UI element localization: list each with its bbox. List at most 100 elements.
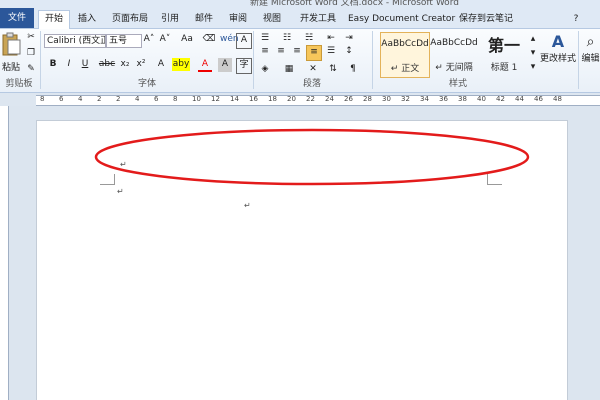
ruler-tick-label: 26: [344, 95, 353, 103]
ruler-tick-label: 4: [135, 95, 140, 103]
tab-save-to-cloud-notes[interactable]: 保存到云笔记: [458, 11, 514, 27]
cut-icon[interactable]: ✂: [24, 31, 38, 45]
superscript-button[interactable]: x²: [134, 58, 148, 72]
bold-button[interactable]: B: [46, 58, 60, 72]
ribbon-tabs: 文件 开始 插入 页面布局 引用 邮件 审阅 视图 开发工具 Easy Docu…: [0, 8, 600, 30]
line-spacing-icon[interactable]: ↕: [342, 45, 356, 59]
ruler-tick-label: 36: [439, 95, 448, 103]
grow-font-button[interactable]: A˄: [142, 33, 156, 47]
borders-icon[interactable]: ▦: [282, 63, 296, 77]
document-page[interactable]: ↵ ↵ ↵: [37, 121, 567, 400]
bullets-icon[interactable]: ☰: [258, 32, 272, 46]
tab-view[interactable]: 视图: [260, 11, 284, 27]
ruler-tick-label: 38: [458, 95, 467, 103]
shrink-font-button[interactable]: A˅: [158, 33, 172, 47]
font-color-button[interactable]: A: [198, 58, 212, 72]
ruler-tick-label: 44: [515, 95, 524, 103]
ribbon-home: 粘贴 ✂ ❐ ✎ 剪贴板 Calibri (西文正文) 五号 A˄ A˅ Aa …: [0, 29, 600, 93]
ruler-tick-label: 14: [230, 95, 239, 103]
align-right-icon[interactable]: ≡: [290, 45, 304, 59]
char-shading-icon[interactable]: A: [218, 58, 232, 72]
clipboard-icon: [2, 32, 21, 56]
ruler-scale[interactable]: 8 6 4 2 2 4 6 8 10 12 14 16 18 20 22 24 26 28 30 32 34 36 38 40…: [36, 95, 600, 106]
ruler-tick-label: 18: [268, 95, 277, 103]
tab-home[interactable]: 开始: [38, 10, 70, 30]
italic-button[interactable]: I: [62, 58, 76, 72]
styles-scroll-down-icon[interactable]: ▾: [528, 47, 538, 60]
group-separator: [40, 31, 41, 89]
enclose-char-icon[interactable]: 字: [236, 58, 252, 74]
font-name-dropdown[interactable]: Calibri (西文正文): [44, 34, 106, 48]
style-name: ↵ 无间隔: [435, 63, 473, 73]
format-painter-icon[interactable]: ✎: [24, 63, 38, 77]
help-icon[interactable]: ?: [570, 11, 582, 27]
ruler-tick-label: 10: [192, 95, 201, 103]
subscript-button[interactable]: x₂: [118, 58, 132, 72]
multilevel-list-icon[interactable]: ☵: [302, 32, 316, 46]
tab-file[interactable]: 文件: [0, 8, 34, 28]
font-size-dropdown[interactable]: 五号: [106, 34, 142, 48]
horizontal-ruler: 8 6 4 2 2 4 6 8 10 12 14 16 18 20 22 24 26 28 30 32 34 36 38 40…: [0, 93, 600, 106]
change-case-button[interactable]: Aa: [178, 33, 196, 46]
group-separator: [372, 31, 373, 89]
chinese-layout-icon[interactable]: ✕: [306, 63, 320, 77]
align-center-icon[interactable]: ≡: [274, 45, 288, 59]
distributed-icon[interactable]: ☰: [324, 45, 338, 59]
char-border-button[interactable]: A: [236, 33, 252, 49]
ruler-tick-label: 16: [249, 95, 258, 103]
paste-label: 粘贴: [1, 63, 20, 73]
tab-insert[interactable]: 插入: [74, 11, 100, 27]
group-separator: [578, 31, 579, 89]
red-ellipse-annotation: [94, 128, 530, 186]
text-effects-icon[interactable]: A: [154, 58, 168, 72]
ruler-tick-label: 46: [534, 95, 543, 103]
ruler-tick-label: 22: [306, 95, 315, 103]
change-styles-icon: A: [551, 32, 565, 51]
change-styles-button[interactable]: A 更改样式: [540, 31, 576, 75]
ruler-tick-label: 2: [116, 95, 121, 103]
editing-button[interactable]: ⌕ 编辑: [581, 31, 600, 75]
styles-more-icon[interactable]: ▾: [528, 61, 538, 74]
tab-page-layout[interactable]: 页面布局: [108, 11, 152, 27]
justify-icon[interactable]: ≡: [306, 45, 322, 61]
style-normal[interactable]: AaBbCcDd ↵ 正文: [380, 32, 430, 78]
window-title: 新建 Microsoft Word 文档.docx - Microsoft Wo…: [250, 0, 459, 8]
tab-review[interactable]: 审阅: [226, 11, 250, 27]
highlight-button[interactable]: aby: [172, 58, 190, 71]
ruler-tick-label: 6: [154, 95, 159, 103]
vertical-ruler[interactable]: [0, 106, 9, 400]
strikethrough-button[interactable]: abc: [98, 58, 116, 71]
style-sample: 第一: [487, 36, 520, 55]
styles-scroll-up-icon[interactable]: ▴: [528, 33, 538, 46]
tab-mailings[interactable]: 邮件: [192, 11, 216, 27]
underline-button[interactable]: U: [78, 58, 92, 72]
ruler-tick-label: 6: [59, 95, 64, 103]
title-bar: 新建 Microsoft Word 文档.docx - Microsoft Wo…: [0, 0, 600, 8]
paste-button[interactable]: 粘贴: [0, 31, 22, 75]
copy-icon[interactable]: ❐: [24, 47, 38, 61]
numbering-icon[interactable]: ☷: [280, 32, 294, 46]
tab-easy-document-creator[interactable]: Easy Document Creator: [348, 11, 455, 27]
shading-icon[interactable]: ◈: [258, 63, 272, 77]
tab-references[interactable]: 引用: [158, 11, 182, 27]
clear-format-icon[interactable]: ⌫: [202, 33, 216, 47]
show-marks-icon[interactable]: ¶: [346, 63, 360, 77]
binoculars-icon: ⌕: [586, 34, 595, 50]
increase-indent-icon[interactable]: ⇥: [342, 32, 356, 46]
sort-icon[interactable]: ⇅: [326, 63, 340, 77]
decrease-indent-icon[interactable]: ⇤: [324, 32, 338, 46]
style-heading-1[interactable]: 第一 标题 1: [480, 32, 528, 76]
ruler-tick-label: 40: [477, 95, 486, 103]
change-styles-label: 更改样式: [540, 54, 577, 64]
editing-label: 编辑: [581, 54, 600, 64]
paragraph-group-label: 段落: [302, 79, 321, 89]
styles-group-label: 样式: [448, 79, 467, 89]
ruler-tick-label: 48: [553, 95, 562, 103]
style-no-spacing[interactable]: AaBbCcDd ↵ 无间隔: [430, 32, 478, 76]
align-left-icon[interactable]: ≡: [258, 45, 272, 59]
tab-developer[interactable]: 开发工具: [296, 11, 340, 27]
ruler-tick-label: 32: [401, 95, 410, 103]
ruler-tick-label: 2: [97, 95, 102, 103]
pinyin-button[interactable]: wén: [220, 33, 239, 47]
style-sample: AaBbCcDd: [381, 39, 429, 49]
